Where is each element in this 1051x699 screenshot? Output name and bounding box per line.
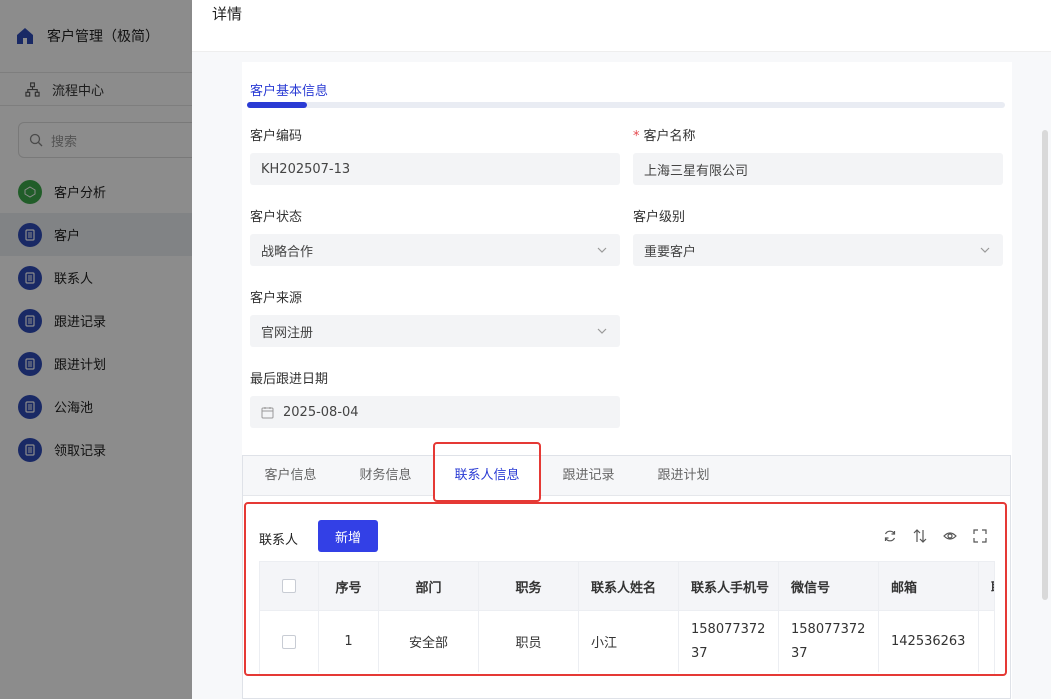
last-follow-date-label: 最后跟进日期 <box>250 372 329 387</box>
customer-code-value: KH202507-13 <box>261 161 351 177</box>
customer-code-field[interactable]: KH202507-13 <box>250 153 620 185</box>
tab-finance-info[interactable]: 财务信息 <box>338 456 433 496</box>
customer-name-value: 上海三星有限公司 <box>644 163 749 179</box>
detail-drawer: 详情 客户基本信息 客户编码 KH202507-13 * 客户名称 上海三星有限公… <box>192 0 1051 699</box>
table-highlight-box <box>244 502 1007 676</box>
customer-name-label-text: 客户名称 <box>643 129 696 144</box>
customer-source-label: 客户来源 <box>250 291 303 306</box>
last-follow-date-picker[interactable]: 2025-08-04 <box>250 396 620 428</box>
tab-highlight-box <box>433 442 541 502</box>
chevron-down-icon <box>597 247 607 253</box>
detail-tabs-panel: 客户信息 财务信息 联系人信息 跟进记录 跟进计划 联系人 新增 序号 部门 职… <box>242 442 1011 699</box>
customer-level-select[interactable]: 重要客户 <box>633 234 1003 266</box>
customer-name-field[interactable]: 上海三星有限公司 <box>633 153 1003 185</box>
calendar-icon <box>261 406 274 418</box>
modal-overlay[interactable] <box>0 0 192 699</box>
customer-source-value: 官网注册 <box>261 325 314 341</box>
customer-source-select[interactable]: 官网注册 <box>250 315 620 347</box>
drawer-title: 详情 <box>212 5 243 23</box>
customer-code-label: 客户编码 <box>250 129 303 144</box>
customer-level-label: 客户级别 <box>633 210 686 225</box>
customer-status-label: 客户状态 <box>250 210 303 225</box>
last-follow-date-value: 2025-08-04 <box>283 404 359 420</box>
section-underline-active <box>247 102 307 108</box>
customer-level-value: 重要客户 <box>644 244 697 260</box>
section-underline <box>247 102 1005 108</box>
customer-name-label: * 客户名称 <box>633 125 696 144</box>
chevron-down-icon <box>597 328 607 334</box>
drawer-header: 详情 <box>192 0 1051 52</box>
tab-follow-records[interactable]: 跟进记录 <box>541 456 636 496</box>
customer-status-value: 战略合作 <box>261 244 314 260</box>
drawer-body: 客户基本信息 客户编码 KH202507-13 * 客户名称 上海三星有限公司 客… <box>192 52 1051 699</box>
tab-customer-info[interactable]: 客户信息 <box>243 456 338 496</box>
tab-follow-plans[interactable]: 跟进计划 <box>636 456 731 496</box>
chevron-down-icon <box>980 247 990 253</box>
section-title: 客户基本信息 <box>250 84 329 99</box>
drawer-scrollbar[interactable] <box>1042 130 1048 600</box>
required-mark: * <box>633 129 640 144</box>
tabs-bar: 客户信息 财务信息 联系人信息 跟进记录 跟进计划 <box>243 442 1010 502</box>
customer-status-select[interactable]: 战略合作 <box>250 234 620 266</box>
